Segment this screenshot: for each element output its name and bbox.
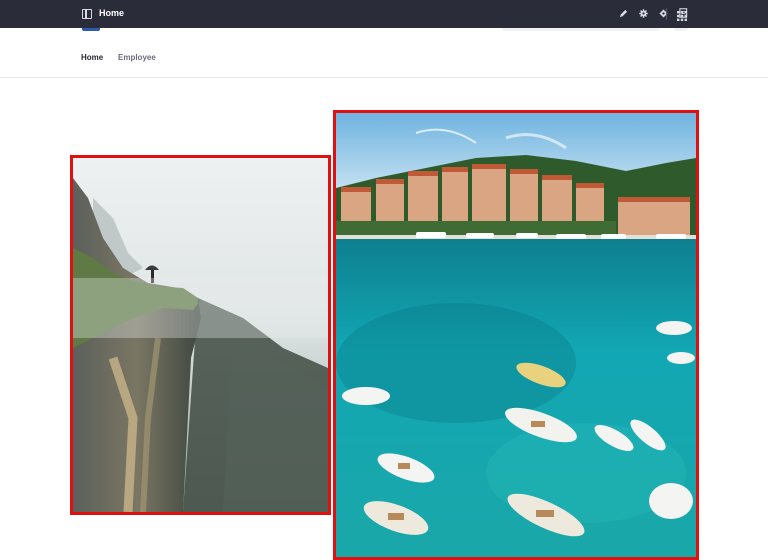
harbor-image[interactable] <box>336 113 696 557</box>
nav-item-employee[interactable]: Employee <box>118 53 156 62</box>
site-logo[interactable] <box>82 28 100 31</box>
nav-item-home[interactable]: Home <box>81 53 103 62</box>
cliff-image-frame <box>70 155 331 515</box>
control-menu-bar: Home <box>0 0 768 28</box>
panel-toggle-icon[interactable] <box>82 9 92 19</box>
cliff-image[interactable] <box>73 158 328 512</box>
apps-grid-icon[interactable] <box>677 8 687 21</box>
search-input[interactable] <box>502 28 660 31</box>
toolbar-divider <box>666 8 667 20</box>
page-title: Home <box>99 8 125 18</box>
user-menu-button[interactable] <box>674 28 688 31</box>
harbor-image-frame <box>333 110 699 560</box>
gear-icon[interactable] <box>638 7 648 19</box>
site-navigation: Home Employee <box>0 44 768 78</box>
pencil-icon[interactable] <box>618 7 628 19</box>
